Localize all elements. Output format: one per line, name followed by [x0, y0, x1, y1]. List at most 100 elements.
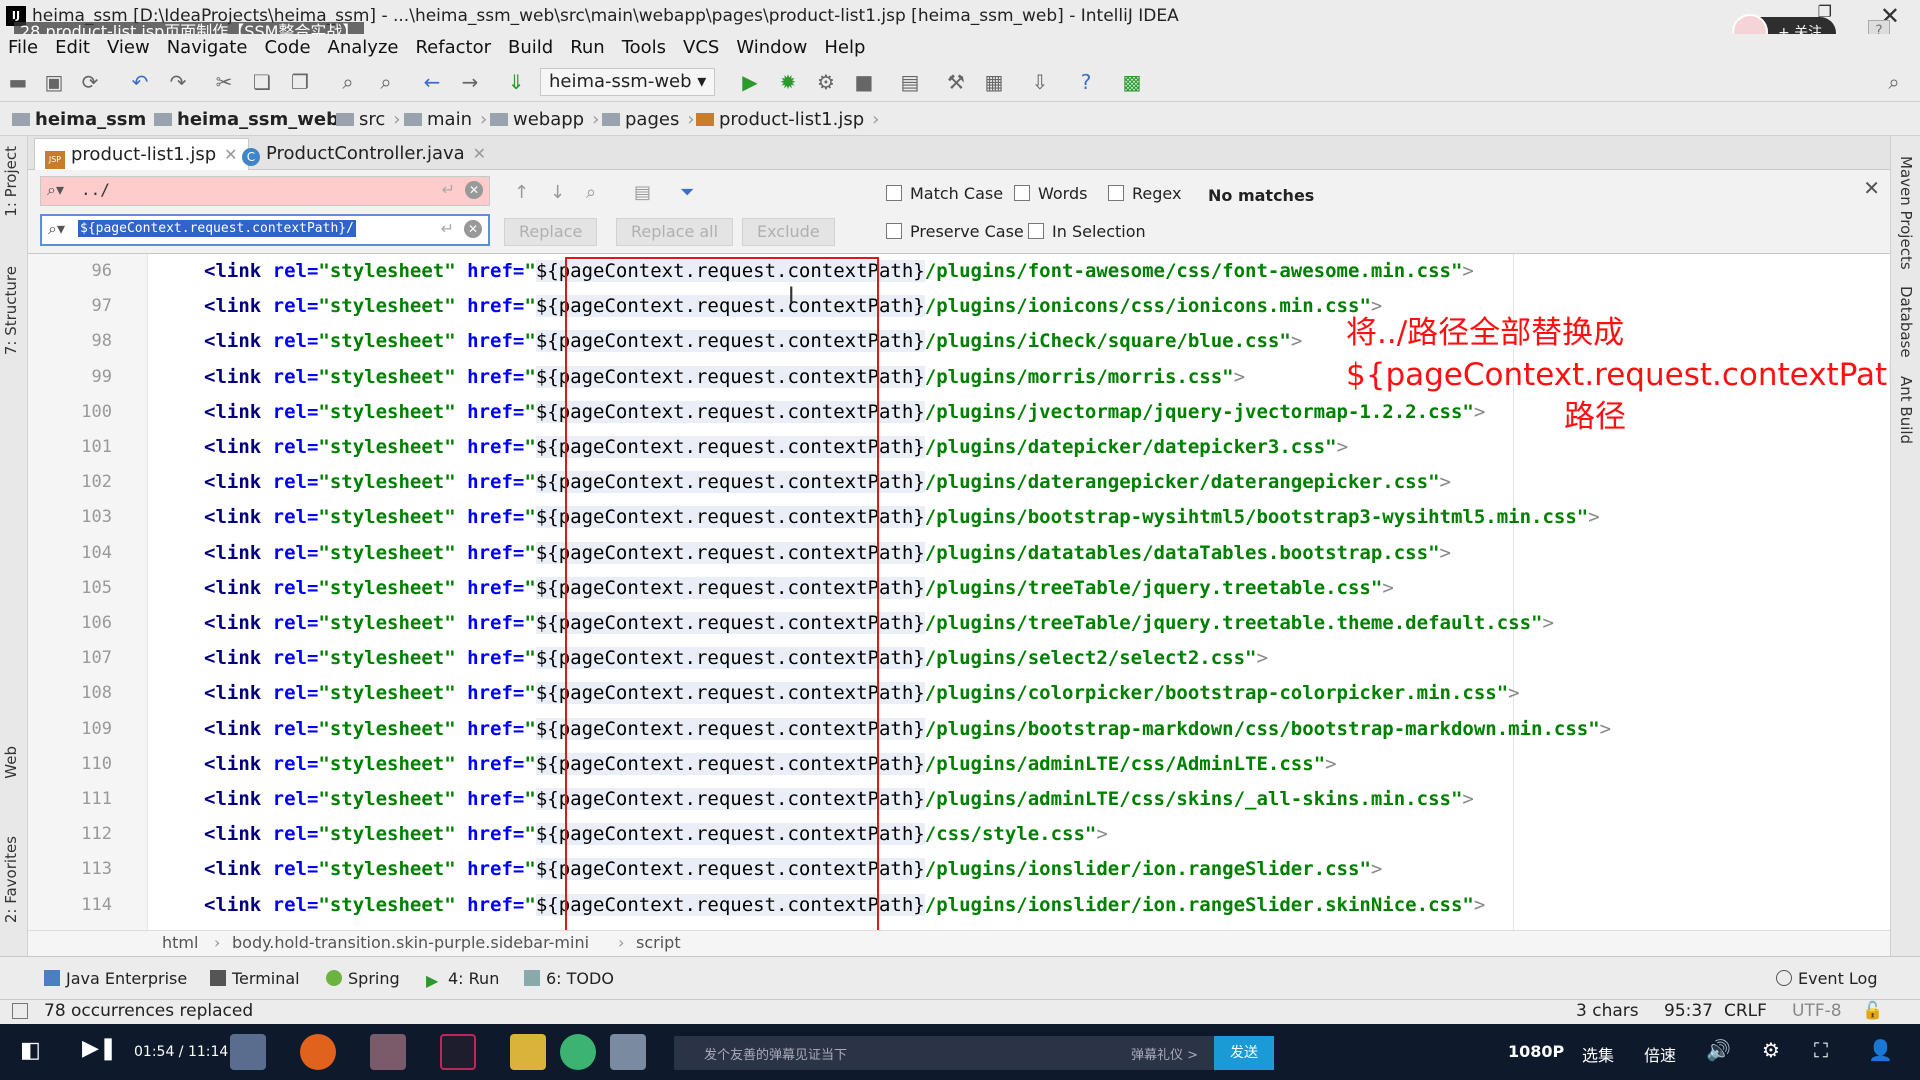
help-toolbar-icon[interactable]: ? — [1074, 70, 1098, 94]
menu-tools[interactable]: Tools — [622, 34, 666, 62]
next-occurrence-icon[interactable]: ↓ — [550, 182, 565, 203]
preserve-case-checkbox[interactable]: Preserve Case — [886, 222, 1024, 241]
todo-tab[interactable]: 6: TODO — [524, 969, 614, 988]
code-line[interactable]: 106 <link rel="stylesheet" href="${pageCo… — [28, 606, 1890, 641]
cut-icon[interactable]: ✂ — [212, 70, 236, 94]
menu-help[interactable]: Help — [824, 34, 865, 62]
find-icon[interactable]: ⌕ — [336, 70, 360, 94]
search-input[interactable]: ⌕▾ ../ ↵ ✕ — [40, 176, 490, 206]
menu-view[interactable]: View — [107, 34, 150, 62]
open-folder-icon[interactable]: ▬ — [6, 70, 30, 94]
sdk-icon[interactable]: ▦ — [982, 70, 1006, 94]
words-checkbox[interactable]: Words — [1014, 184, 1087, 203]
start-icon[interactable]: ◧ — [20, 1038, 41, 1063]
spring-tab[interactable]: Spring — [326, 969, 400, 988]
breadcrumb-body[interactable]: body.hold-transition.skin-purple.sidebar… — [232, 933, 589, 952]
menu-run[interactable]: Run — [570, 34, 605, 62]
breadcrumb-html[interactable]: html — [162, 933, 198, 952]
menu-navigate[interactable]: Navigate — [167, 34, 248, 62]
run-tab[interactable]: ▶ 4: Run — [426, 969, 499, 989]
code-line[interactable]: 96 <link rel="stylesheet" href="${pageCon… — [28, 254, 1890, 289]
file-encoding[interactable]: UTF-8 — [1792, 1001, 1842, 1021]
code-line[interactable]: 108 <link rel="stylesheet" href="${pageCo… — [28, 676, 1890, 711]
coverage-icon[interactable]: ⚙ — [814, 70, 838, 94]
match-case-checkbox[interactable]: Match Case — [886, 184, 1003, 203]
in-selection-checkbox[interactable]: In Selection — [1028, 222, 1146, 241]
breadcrumb-script[interactable]: script — [636, 933, 681, 952]
replace-icon[interactable]: ⌕ — [374, 70, 398, 94]
nav-item-module[interactable]: heima_ssm_web› — [154, 107, 354, 133]
code-line[interactable]: 113 <link rel="stylesheet" href="${pageCo… — [28, 852, 1890, 887]
undo-icon[interactable]: ↶ — [128, 70, 152, 94]
danmu-input[interactable]: 发个友善的弹幕见证当下 弹幕礼仪 > — [674, 1036, 1214, 1070]
paste-icon[interactable]: ❐ — [288, 70, 312, 94]
nav-item-webapp[interactable]: webapp › — [490, 107, 599, 133]
vcs-icon[interactable]: ⇩ — [1028, 70, 1052, 94]
code-line[interactable]: 107 <link rel="stylesheet" href="${pageCo… — [28, 641, 1890, 676]
event-log-tab[interactable]: Event Log — [1776, 969, 1878, 988]
code-line[interactable]: 111 <link rel="stylesheet" href="${pageCo… — [28, 782, 1890, 817]
menu-analyze[interactable]: Analyze — [328, 34, 399, 62]
menu-code[interactable]: Code — [264, 34, 310, 62]
code-line[interactable]: 110 <link rel="stylesheet" href="${pageCo… — [28, 747, 1890, 782]
back-icon[interactable]: ← — [420, 70, 444, 94]
lock-icon[interactable]: 🔓 — [1862, 1001, 1883, 1021]
replace-input[interactable]: ⌕▾ ${pageContext.request.contextPath}/ ↵… — [40, 214, 490, 246]
web-tool-tab[interactable]: Web — [2, 746, 20, 779]
newline-icon[interactable]: ↵ — [441, 219, 454, 238]
select-all-occurrences-icon[interactable]: ▤ — [634, 182, 651, 203]
replace-all-button[interactable]: Replace all — [616, 218, 734, 246]
code-line[interactable]: 109 <link rel="stylesheet" href="${pageCo… — [28, 712, 1890, 747]
pdf-app-icon[interactable] — [230, 1034, 266, 1070]
nav-item-project[interactable]: heima_ssm› — [12, 107, 162, 133]
wechat-icon[interactable] — [560, 1034, 596, 1070]
code-line[interactable]: 114 <link rel="stylesheet" href="${pageCo… — [28, 888, 1890, 923]
status-toggle-icon[interactable] — [12, 1003, 28, 1019]
clear-search-icon[interactable]: ✕ — [465, 181, 483, 199]
replace-history-icon[interactable]: ⌕▾ — [48, 219, 65, 239]
replace-button[interactable]: Replace — [504, 218, 598, 246]
sync-icon[interactable]: ⟳ — [78, 70, 102, 94]
previous-occurrence-icon[interactable]: ↑ — [514, 182, 529, 203]
settings-icon[interactable]: ⚒ — [944, 70, 968, 94]
redo-icon[interactable]: ↷ — [166, 70, 190, 94]
firefox-icon[interactable] — [300, 1034, 336, 1070]
nav-item-file[interactable]: product-list1.jsp › — [696, 107, 879, 133]
menu-edit[interactable]: Edit — [55, 34, 90, 62]
danmu-etiquette-link[interactable]: 弹幕礼仪 > — [1131, 1044, 1198, 1063]
terminal-tab[interactable]: Terminal — [210, 969, 300, 988]
tab-product-list1[interactable]: JSP product-list1.jsp ✕ — [34, 138, 249, 170]
find-all-icon[interactable]: ⌕ — [586, 182, 596, 203]
build-icon[interactable]: ⇓ — [504, 70, 528, 94]
code-line[interactable]: 102 <link rel="stylesheet" href="${pageCo… — [28, 465, 1890, 500]
nav-item-main[interactable]: main › — [404, 107, 487, 133]
code-line[interactable]: 103 <link rel="stylesheet" href="${pageCo… — [28, 500, 1890, 535]
debug-icon[interactable]: ✹ — [776, 70, 800, 94]
menu-file[interactable]: File — [8, 34, 38, 62]
send-button[interactable]: 发送 — [1214, 1036, 1274, 1070]
quality-selector[interactable]: 1080P — [1508, 1042, 1564, 1061]
code-line[interactable]: 112 <link rel="stylesheet" href="${pageCo… — [28, 817, 1890, 852]
copy-icon[interactable]: ❏ — [250, 70, 274, 94]
newline-icon[interactable]: ↵ — [442, 180, 455, 199]
code-line[interactable]: 104 <link rel="stylesheet" href="${pageCo… — [28, 536, 1890, 571]
search-icon[interactable]: ⌕ — [1882, 70, 1906, 94]
nav-item-pages[interactable]: pages › — [602, 107, 695, 133]
volume-icon[interactable]: 🔊 — [1706, 1038, 1731, 1062]
run-icon[interactable]: ▶ — [738, 70, 762, 94]
episode-selector[interactable]: 选集 — [1582, 1042, 1614, 1066]
menu-refactor[interactable]: Refactor — [415, 34, 491, 62]
user-icon[interactable]: 👤 — [1868, 1038, 1893, 1062]
save-icon[interactable]: ▣ — [42, 70, 66, 94]
line-separator[interactable]: CRLF — [1724, 1001, 1767, 1021]
exclude-button[interactable]: Exclude — [742, 218, 835, 246]
forward-icon[interactable]: → — [458, 70, 482, 94]
code-editor[interactable]: 96 <link rel="stylesheet" href="${pageCon… — [28, 254, 1890, 930]
clear-replace-icon[interactable]: ✕ — [464, 220, 482, 238]
favorites-tool-tab[interactable]: 2: Favorites — [2, 836, 20, 923]
search-icon[interactable]: ⌕▾ — [47, 180, 64, 200]
menu-vcs[interactable]: VCS — [683, 34, 719, 62]
nav-item-src[interactable]: src › — [336, 107, 400, 133]
tab-product-controller[interactable]: C ProductController.java ✕ — [232, 138, 496, 170]
run-config-select[interactable]: heima-ssm-web ▾ — [540, 68, 716, 96]
